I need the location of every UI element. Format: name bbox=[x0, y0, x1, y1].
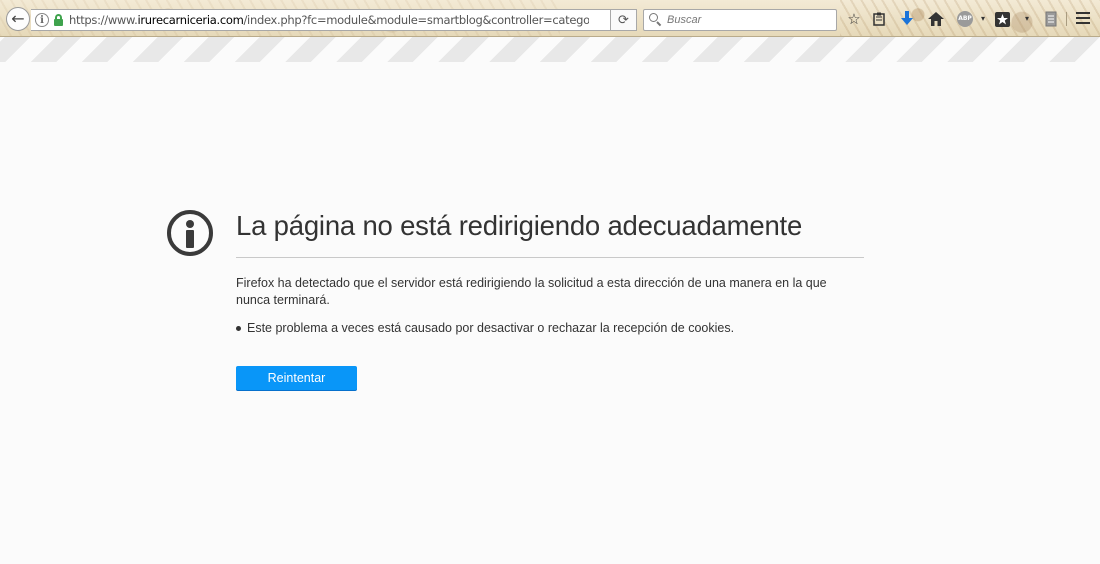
extension-icon[interactable] bbox=[1042, 10, 1060, 28]
loading-stripe bbox=[0, 37, 1100, 62]
list-item: Este problema a veces está causado por d… bbox=[236, 321, 734, 335]
error-bullet-list: Este problema a veces está causado por d… bbox=[236, 321, 734, 335]
adblock-plus-icon[interactable]: ABP bbox=[956, 10, 974, 28]
info-icon[interactable]: i bbox=[35, 13, 49, 27]
hamburger-menu-icon[interactable] bbox=[1076, 12, 1090, 24]
url-path: /index.php?fc=module&module=smartblog&co… bbox=[243, 13, 589, 27]
retry-button[interactable]: Reintentar bbox=[236, 366, 357, 390]
chevron-down-icon[interactable]: ▾ bbox=[974, 10, 992, 28]
url-text[interactable]: https://www.irurecarniceria.com/index.ph… bbox=[69, 13, 589, 27]
search-icon[interactable] bbox=[649, 13, 663, 27]
reading-list-icon[interactable] bbox=[870, 10, 888, 28]
search-input[interactable] bbox=[667, 14, 827, 26]
browser-toolbar: ← i https://www.irurecarniceria.com/inde… bbox=[0, 0, 1100, 37]
info-circle-icon bbox=[167, 210, 213, 256]
url-host: irurecarniceria.com bbox=[137, 13, 244, 27]
url-bar[interactable]: i https://www.irurecarniceria.com/index.… bbox=[31, 9, 637, 31]
reload-button[interactable]: ⟳ bbox=[610, 9, 637, 31]
search-bar[interactable] bbox=[643, 9, 837, 31]
title-divider bbox=[236, 257, 864, 258]
download-icon[interactable] bbox=[898, 10, 916, 28]
dropdown-icon[interactable]: ▾ bbox=[1018, 10, 1036, 28]
back-button[interactable]: ← bbox=[6, 7, 30, 31]
reload-icon: ⟳ bbox=[618, 12, 629, 28]
lock-icon[interactable] bbox=[54, 14, 63, 26]
bookmark-star-menu-icon[interactable] bbox=[993, 10, 1011, 28]
bullet-text: Este problema a veces está causado por d… bbox=[247, 321, 735, 335]
back-arrow-icon: ← bbox=[11, 9, 25, 28]
bullet-icon bbox=[236, 325, 241, 331]
url-scheme: https://www. bbox=[69, 13, 138, 27]
home-icon[interactable] bbox=[927, 10, 945, 28]
bookmark-star-icon[interactable]: ☆ bbox=[845, 10, 863, 28]
toolbar-separator bbox=[1066, 12, 1067, 26]
error-description: Firefox ha detectado que el servidor est… bbox=[236, 276, 827, 307]
error-title: La página no está redirigiendo adecuadam… bbox=[236, 210, 803, 241]
